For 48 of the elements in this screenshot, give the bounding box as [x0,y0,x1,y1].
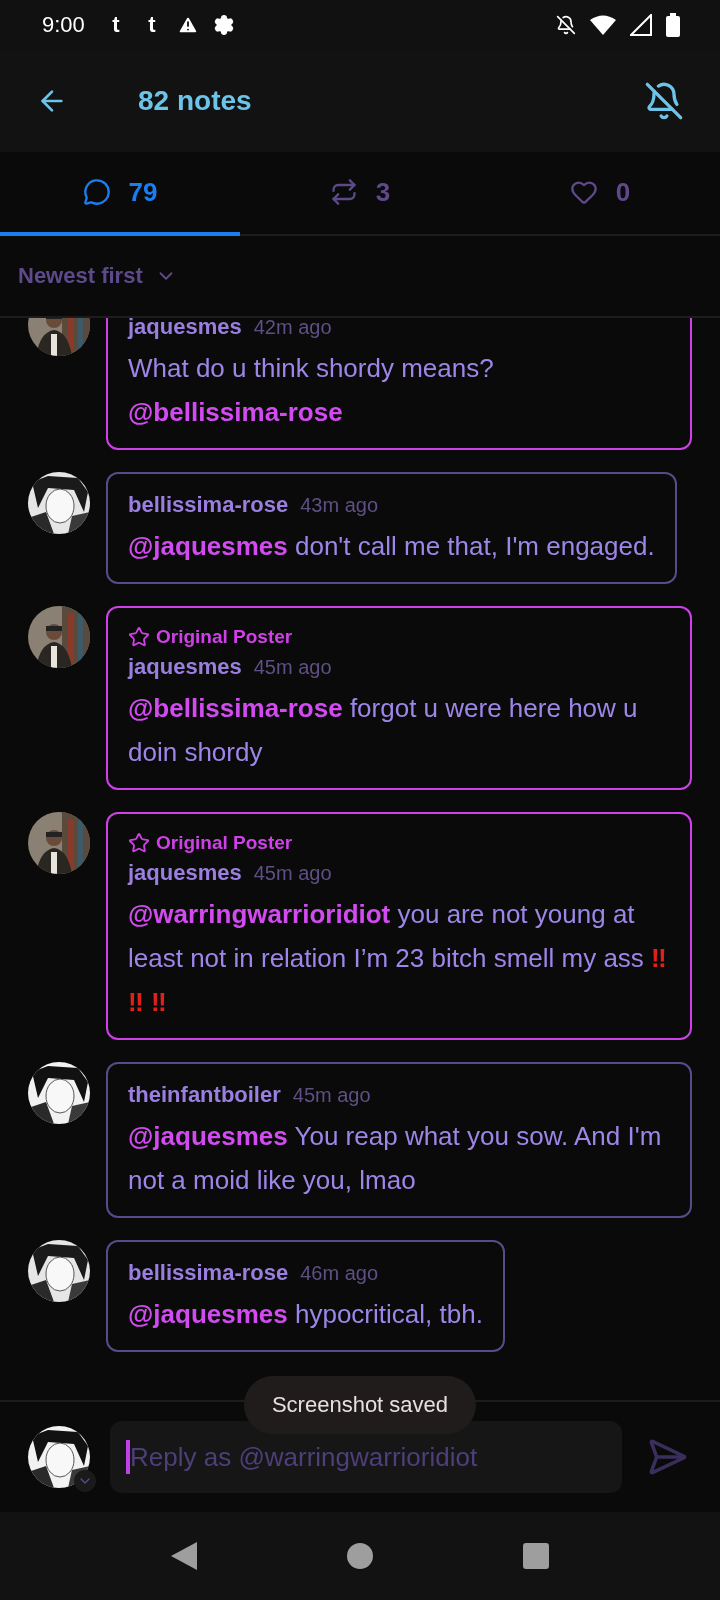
home-nav-button[interactable] [347,1543,373,1569]
original-poster-label: Original Poster [156,832,293,854]
page-title: 82 notes [138,85,253,117]
mention-link[interactable]: @warringwarrioridiot [128,899,391,929]
reply-author[interactable]: bellissima-rose [128,1260,289,1286]
reblog-icon [329,178,358,206]
mention-link[interactable]: @bellissima-rose [128,397,343,427]
reply-text: @jaquesmes You reap what you sow. And I'm not a moid like you, lmao [128,1120,663,1197]
notification-icon: t [104,12,127,38]
reply-author[interactable]: jaquesmes [128,654,242,680]
mention-link[interactable]: @bellissima-rose [128,693,343,723]
reply-text: @warringwarrioridiot you are not young at least not in relation I’m 23 bitch smell my ass ‼ ‼ ‼ [128,898,668,1019]
status-time: 9:00 [42,12,85,38]
mention-link[interactable]: @jaquesmes [128,1121,288,1151]
reply-text: @bellissima-rose forgot u were here how u doin shordy [128,692,639,769]
settings-icon [212,14,235,36]
reply-author[interactable]: jaquesmes [128,318,242,340]
reply-time: 43m ago [300,494,379,517]
star-icon [128,832,150,854]
mention-link[interactable]: @jaquesmes [128,531,288,561]
account-switch-icon[interactable] [74,1470,96,1492]
battery-icon [666,13,680,37]
notification-icon: t [140,12,163,38]
reply-time: 46m ago [300,1262,379,1285]
signal-icon [630,14,652,36]
bell-off-icon [644,81,684,121]
reply-author[interactable]: jaquesmes [128,860,242,886]
comment-icon [82,178,111,206]
reply-text: What do u think shordy means? @bellissima-rose [128,352,495,429]
notes-tab[interactable]: 79 [0,152,240,236]
star-icon [128,626,150,648]
original-poster-label: Original Poster [156,626,293,648]
reply-time: 42m ago [253,318,332,339]
bell-off-icon [556,15,576,35]
reply-time: 45m ago [253,862,332,885]
reply-author[interactable]: theinfantboiler [128,1082,281,1108]
mention-link[interactable]: @jaquesmes [128,1299,288,1329]
reply-text: @jaquesmes don't call me that, I'm engaged. [128,530,655,563]
toast-message: Screenshot saved [243,1376,477,1434]
reply-field[interactable]: Reply as @warringwarrioridiot [110,1421,622,1493]
back-nav-button[interactable] [171,1542,197,1570]
reply-text: @jaquesmes hypocritical, tbh. [128,1298,483,1331]
heart-icon [569,178,598,206]
wifi-icon [590,15,616,35]
reply-author[interactable]: bellissima-rose [128,492,289,518]
reply-time: 45m ago [253,656,332,679]
reply-time: 45m ago [292,1084,371,1107]
warning-icon [176,14,199,36]
